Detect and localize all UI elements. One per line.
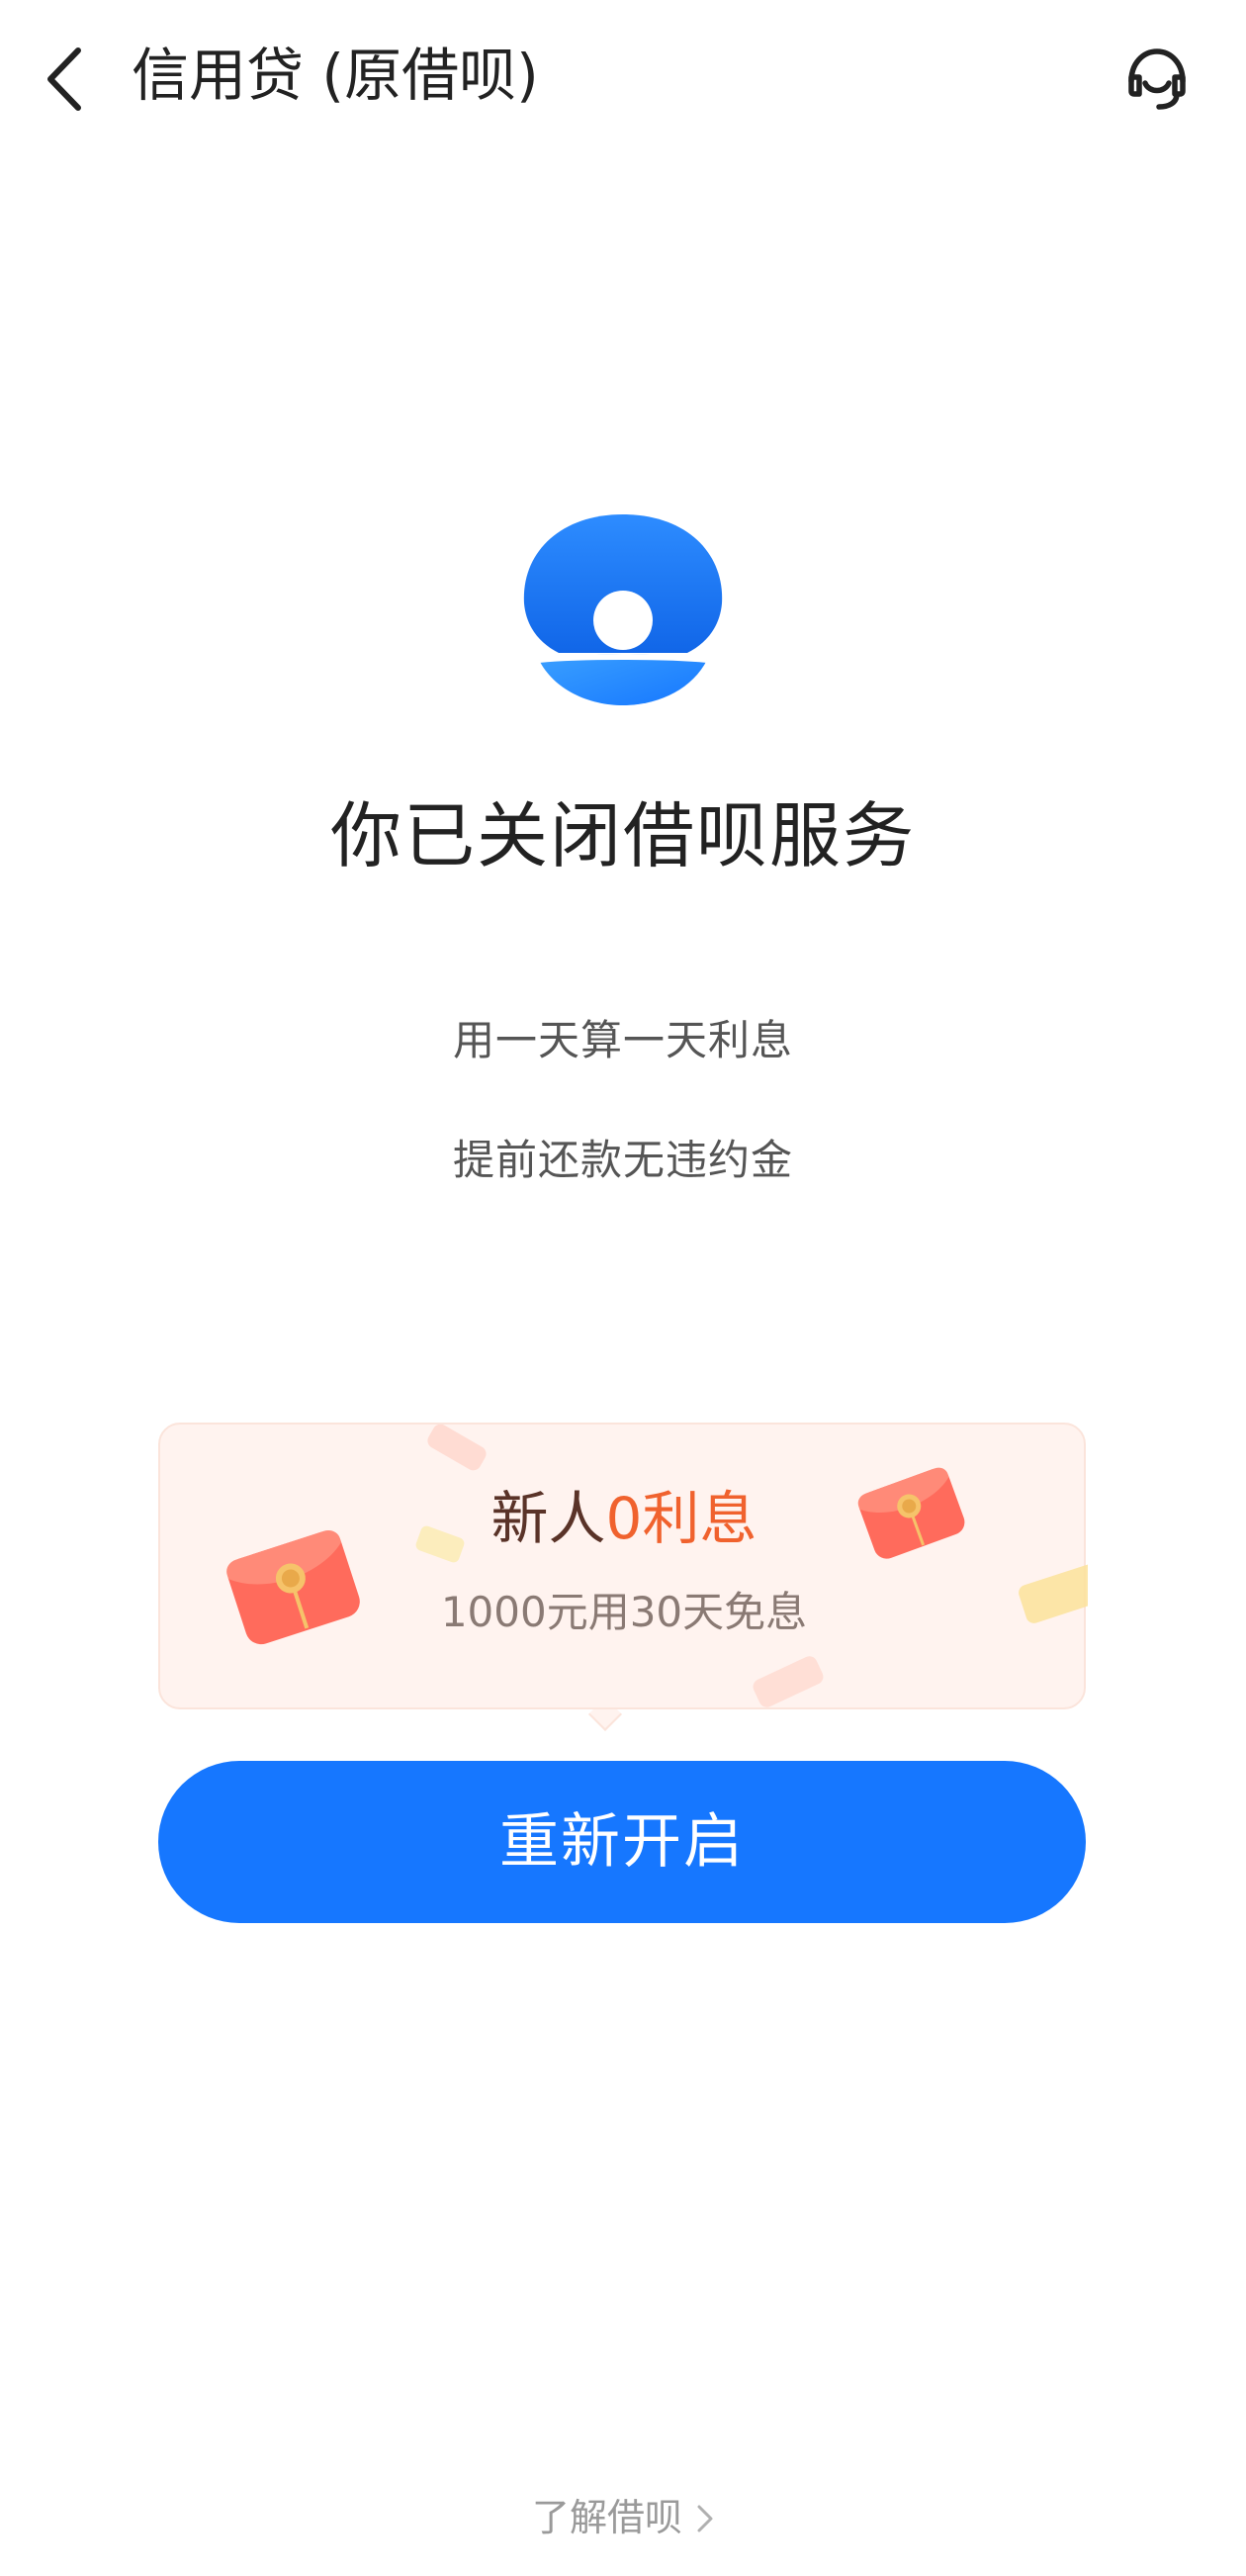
jiebei-logo [519,509,727,707]
learn-more-link[interactable]: 了解借呗 [0,2488,1246,2550]
status-title: 你已关闭借呗服务 [329,794,916,877]
promo-title: 新人0利息 [160,1479,1088,1558]
headset-icon [1128,48,1186,110]
promo-subtitle: 1000元用30天免息 [440,1588,808,1636]
promo-title-prefix: 新人 [490,1485,606,1552]
promo-decoration [160,1425,1088,1711]
reopen-button[interactable]: 重新开启 [158,1761,1086,1923]
chevron-right-icon [696,2491,714,2550]
page-title: 信用贷 (原借呗) [132,42,539,109]
feature-daily-interest: 用一天算一天利息 [452,1016,793,1064]
promo-title-highlight: 0利息 [605,1485,757,1552]
customer-service-button[interactable] [1117,40,1197,119]
jiebei-logo-icon [523,514,723,705]
promo-card: 新人0利息 1000元用30天免息 [158,1423,1088,1711]
back-button[interactable] [30,35,99,124]
feature-no-prepayment-penalty: 提前还款无违约金 [452,1136,793,1184]
top-nav-bar: 信用贷 (原借呗) [0,0,1246,148]
chevron-left-icon [47,47,81,111]
learn-more-label: 了解借呗 [531,2496,682,2539]
